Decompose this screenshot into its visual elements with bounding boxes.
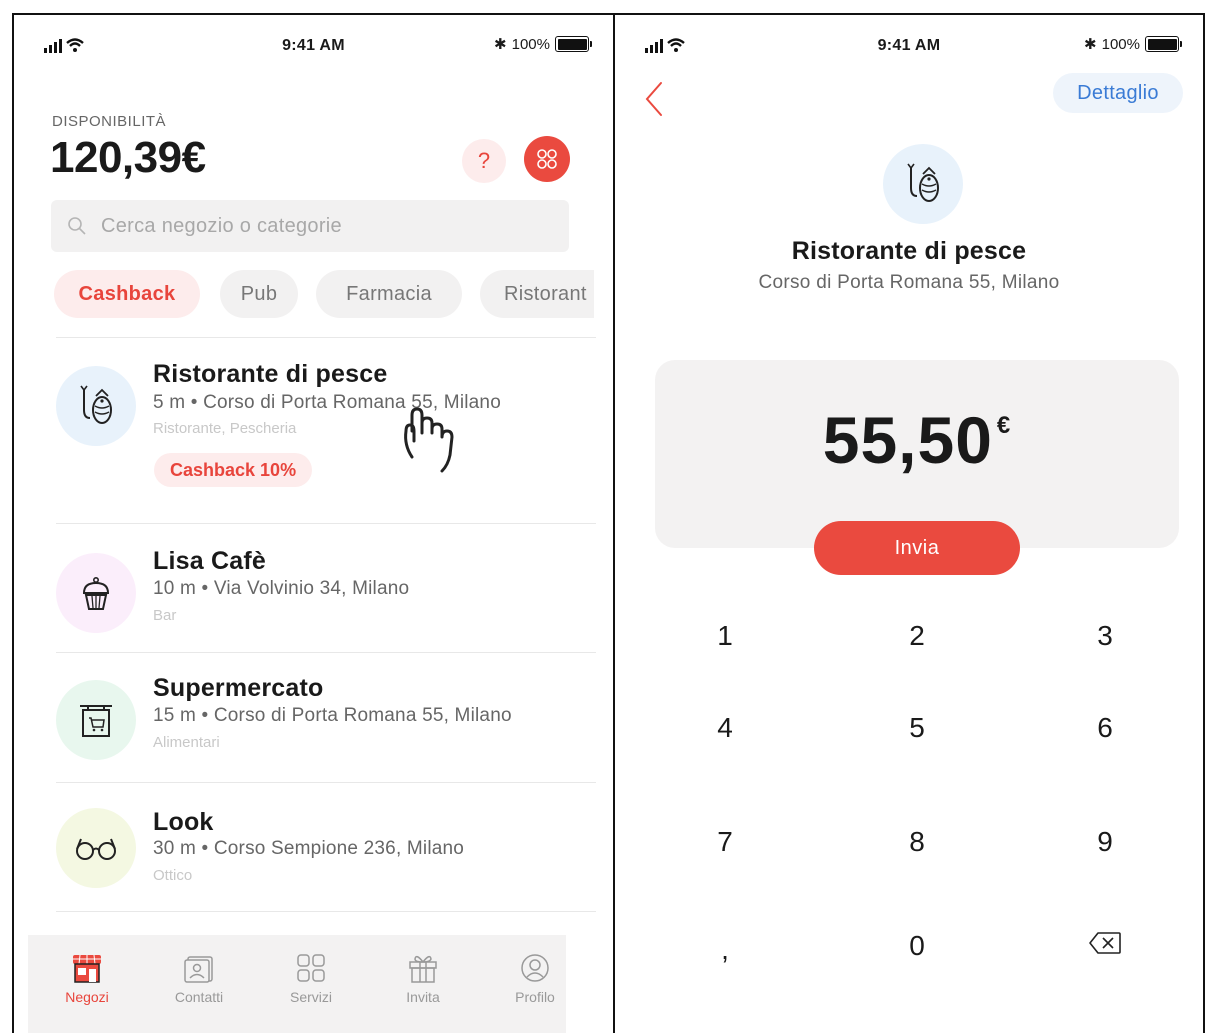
search-input[interactable]: Cerca negozio o categorie [51, 200, 569, 252]
tab-label: Contatti [174, 989, 224, 1005]
battery-indicator: ✱ 100% [494, 35, 592, 53]
key-4[interactable]: 4 [685, 703, 765, 753]
tab-negozi[interactable]: Negozi [42, 951, 132, 1005]
chip-ristoranti[interactable]: Ristorant [480, 270, 594, 318]
grid-icon [537, 149, 557, 169]
store-address: 10 m • Via Volvinio 34, Milano [153, 578, 410, 599]
bluetooth-icon: ✱ [1084, 36, 1097, 53]
battery-icon [1145, 36, 1182, 52]
divider [56, 523, 596, 524]
shop-sign-icon [56, 680, 136, 760]
search-icon [68, 217, 86, 235]
contacts-icon [184, 956, 213, 983]
fish-icon [56, 366, 136, 446]
currency-symbol: € [996, 412, 1012, 439]
store-name: Lisa Cafè [153, 547, 266, 575]
back-chevron-icon[interactable] [641, 79, 665, 119]
help-label: ? [477, 148, 491, 173]
glasses-icon [56, 808, 136, 888]
amount-display: 55,50 € [655, 402, 1179, 478]
services-grid-icon [297, 954, 325, 982]
divider [56, 652, 596, 653]
tap-hand-icon [404, 407, 454, 473]
bluetooth-icon: ✱ [494, 36, 507, 53]
amount-card: 55,50 € [655, 360, 1179, 548]
status-bar: 9:41 AM ✱ 100% [14, 33, 613, 57]
key-comma[interactable]: , [685, 925, 765, 975]
tab-servizi[interactable]: Servizi [266, 951, 356, 1005]
key-0[interactable]: 0 [877, 921, 957, 971]
cupcake-icon [56, 553, 136, 633]
availability-label: DISPONIBILITÀ [52, 113, 167, 130]
divider [56, 911, 596, 912]
key-3[interactable]: 3 [1065, 611, 1145, 661]
key-6[interactable]: 6 [1065, 703, 1145, 753]
chip-farmacia[interactable]: Farmacia [316, 270, 462, 318]
amount-value: 55,50 [822, 403, 993, 477]
fish-icon [883, 144, 963, 224]
tab-contatti[interactable]: Contatti [154, 951, 244, 1005]
tab-profilo[interactable]: Profilo [490, 951, 580, 1005]
store-category: Bar [153, 607, 177, 624]
key-7[interactable]: 7 [685, 817, 765, 867]
store-address: 15 m • Corso di Porta Romana 55, Milano [153, 705, 512, 726]
help-button[interactable]: ? [462, 139, 506, 183]
tab-label: Negozi [65, 989, 109, 1005]
store-item[interactable]: Look 30 m • Corso Sempione 236, Milano O… [56, 808, 596, 908]
payment-screen: 9:41 AM ✱ 100% Dettaglio Ristorante di p… [613, 13, 1205, 1033]
store-item[interactable]: Ristorante di pesce 5 m • Corso di Porta… [56, 360, 596, 520]
gift-icon [409, 955, 437, 983]
key-9[interactable]: 9 [1065, 817, 1145, 867]
send-button[interactable]: Invia [814, 521, 1020, 575]
key-2[interactable]: 2 [877, 611, 957, 661]
chip-pub[interactable]: Pub [220, 270, 298, 318]
balance-amount: 120,39€ [50, 133, 206, 182]
store-item[interactable]: Lisa Cafè 10 m • Via Volvinio 34, Milano… [56, 547, 596, 647]
tab-label: Servizi [289, 989, 332, 1005]
tab-label: Invita [406, 989, 440, 1005]
status-bar: 9:41 AM ✱ 100% [615, 33, 1203, 57]
key-8[interactable]: 8 [877, 817, 957, 867]
store-name: Supermercato [153, 674, 324, 702]
store-address: Corso di Porta Romana 55, Milano [758, 272, 1060, 293]
category-chips: Cashback Pub Farmacia Ristorant [54, 270, 594, 320]
apps-button[interactable] [524, 136, 570, 182]
divider [56, 337, 596, 338]
battery-icon [555, 36, 592, 52]
battery-percent: 100% [1101, 35, 1140, 53]
backspace-icon [1089, 932, 1121, 954]
store-name: Ristorante di pesce [791, 237, 1027, 265]
store-category: Ottico [153, 867, 193, 884]
backspace-key[interactable] [1065, 918, 1145, 968]
divider [56, 782, 596, 783]
key-1[interactable]: 1 [685, 611, 765, 661]
store-name: Look [153, 808, 214, 836]
shop-icon [73, 954, 101, 983]
tab-label: Profilo [515, 989, 555, 1005]
store-name: Ristorante di pesce [153, 360, 388, 388]
profile-icon [521, 954, 549, 982]
store-item[interactable]: Supermercato 15 m • Corso di Porta Roman… [56, 674, 596, 774]
store-list-screen: 9:41 AM ✱ 100% DISPONIBILITÀ 120,39€ ? C… [12, 13, 615, 1033]
store-address: 30 m • Corso Sempione 236, Milano [153, 838, 465, 859]
search-placeholder: Cerca negozio o categorie [101, 214, 342, 237]
tab-invita[interactable]: Invita [378, 951, 468, 1005]
cashback-badge: Cashback 10% [154, 453, 313, 487]
battery-indicator: ✱ 100% [1084, 35, 1182, 53]
detail-button[interactable]: Dettaglio [1053, 73, 1183, 113]
chip-cashback[interactable]: Cashback [54, 270, 200, 318]
store-category: Alimentari [153, 734, 220, 751]
battery-percent: 100% [511, 35, 550, 53]
tab-bar: Negozi Contatti Servizi Invita Profilo [28, 935, 566, 1033]
key-5[interactable]: 5 [877, 703, 957, 753]
store-category: Ristorante, Pescheria [153, 420, 297, 437]
